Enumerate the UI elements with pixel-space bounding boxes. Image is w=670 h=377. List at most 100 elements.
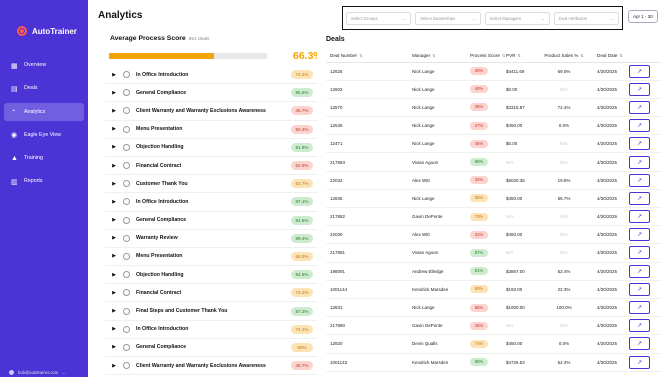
expand-caret-icon[interactable]: ▶ (108, 144, 120, 150)
open-external-icon[interactable]: ↗ (629, 355, 650, 369)
process-row[interactable]: ▶ Customer Thank You 62.7% (105, 175, 317, 194)
sort-icon[interactable]: ⇅ (619, 53, 622, 58)
process-row[interactable]: ▶ Objection Handling 94.8% (105, 266, 317, 285)
process-row[interactable]: ▶ Final Steps and Customer Thank You 87.2% (105, 302, 317, 321)
table-row[interactable]: 217881 Vivian Aguon 87% N/A N/A 4/30/2025 ↗ (326, 243, 661, 263)
process-row[interactable]: ▶ General Compliance 80% (105, 339, 317, 357)
sort-icon[interactable]: ⇅ (502, 53, 505, 58)
expand-caret-icon[interactable]: ▶ (108, 163, 120, 169)
sidebar-item-deals[interactable]: ▤ Deals (4, 79, 84, 97)
table-row[interactable]: 12835 Nick Lange 58% $450.00 66.7% 4/30/2025 ↗ (326, 189, 661, 209)
expand-caret-icon[interactable]: ▶ (108, 308, 120, 314)
table-row[interactable]: 12820 Devin Qualls 74% $450.00 0.0% 4/30/2025… (326, 334, 661, 354)
column-header[interactable]: Deal Number ⇅ (326, 49, 412, 63)
open-external-icon[interactable]: ↗ (629, 82, 650, 96)
open-external-icon[interactable]: ↗ (629, 119, 650, 133)
table-row[interactable]: 1001143 Kendrick Marsden 86% $4726.53 52.4% 4… (326, 353, 661, 372)
process-row[interactable]: ▶ Financial Contract 74.2% (105, 284, 317, 303)
open-external-icon[interactable]: ↗ (629, 173, 650, 187)
sort-icon[interactable]: ⇅ (580, 53, 583, 58)
table-row[interactable]: 22030 Alex Witt 31% $450.00 N/A 4/30/2025 ↗ (326, 225, 661, 245)
process-row[interactable]: ▶ Menu Presentation 50.4% (105, 121, 317, 139)
filter-select-3[interactable]: Deal Attribution ⌄ (553, 11, 619, 25)
table-row[interactable]: 217883 Vivian Aguon 96% N/A N/A 4/30/2025 ↗ (326, 152, 661, 172)
process-row[interactable]: ▶ Financial Contract 52.5% (105, 157, 317, 176)
sidebar-item-analytics[interactable]: ◔ Analytics (4, 102, 84, 121)
sidebar-item-overview[interactable]: ▦ Overview (4, 56, 84, 74)
expand-caret-icon[interactable]: ▶ (108, 363, 120, 369)
open-external-icon[interactable]: ↗ (629, 191, 650, 205)
process-row[interactable]: ▶ General Compliance 84.6% (105, 212, 317, 230)
table-row[interactable]: 198091 Andrew Elledge 81% $3867.00 52.4% 4/30… (326, 262, 661, 281)
open-external-icon[interactable]: ↗ (629, 264, 650, 278)
process-row[interactable]: ▶ Menu Presentation 68.5% (105, 248, 317, 267)
column-header[interactable]: Product Sales % ⇅ (537, 49, 591, 63)
filter-select-1[interactable]: Select Dealerships ⌄ (415, 11, 481, 25)
process-row[interactable]: ▶ In Office Introduction 87.1% (105, 193, 317, 212)
expand-caret-icon[interactable]: ▶ (108, 181, 120, 187)
open-external-icon[interactable]: ↗ (629, 100, 650, 114)
table-row[interactable]: 12831 Nick Lange 55% $1000.00 100.0% 4/30/202… (326, 298, 661, 318)
product-sales-value: N/A (537, 207, 591, 227)
expand-caret-icon[interactable]: ▶ (108, 272, 120, 278)
sort-icon[interactable]: ⇅ (359, 53, 362, 58)
open-external-icon[interactable]: ↗ (629, 137, 650, 151)
chevron-down-icon[interactable]: ⌄ (62, 370, 66, 375)
expand-caret-icon[interactable]: ▶ (108, 126, 120, 132)
open-external-icon[interactable]: ↗ (629, 64, 650, 78)
open-external-icon[interactable]: ↗ (629, 210, 650, 224)
action-cell: ↗ (629, 98, 661, 118)
process-row[interactable]: ▶ In Office Introduction 74.2% (105, 66, 317, 85)
process-row[interactable]: ▶ General Compliance 85.6% (105, 84, 317, 103)
expand-caret-icon[interactable]: ▶ (108, 217, 120, 223)
pvr-value: $1000.00 (506, 298, 537, 318)
expand-caret-icon[interactable]: ▶ (108, 72, 120, 78)
expand-caret-icon[interactable]: ▶ (108, 253, 120, 259)
sort-icon[interactable]: ⇅ (432, 53, 435, 58)
open-external-icon[interactable]: ↗ (629, 301, 650, 315)
expand-caret-icon[interactable]: ▶ (108, 344, 120, 350)
expand-caret-icon[interactable]: ▶ (108, 235, 120, 241)
open-external-icon[interactable]: ↗ (629, 228, 650, 242)
app-logo[interactable]: AutoTrainer (0, 0, 88, 40)
table-row[interactable]: 12625 Nick Lange 40% $4411.69 69.0% 4/30/2025… (326, 62, 661, 81)
column-header[interactable]: PVR ⇅ (506, 49, 537, 63)
expand-caret-icon[interactable]: ▶ (108, 199, 120, 205)
open-external-icon[interactable]: ↗ (629, 319, 650, 333)
expand-caret-icon[interactable]: ▶ (108, 326, 120, 332)
open-external-icon[interactable]: ↗ (629, 337, 650, 351)
open-external-icon[interactable]: ↗ (629, 246, 650, 260)
expand-caret-icon[interactable]: ▶ (108, 290, 120, 296)
column-header[interactable]: Process Score ⇅ (464, 49, 506, 63)
column-header[interactable]: Manager ⇅ (412, 49, 464, 63)
date-range-button[interactable]: Apr 1 - 30 (628, 10, 658, 23)
table-row[interactable]: 217882 Gavin DePonte 79% N/A N/A 4/30/2025 ↗ (326, 207, 661, 227)
sidebar-item-training[interactable]: ▲ Training (4, 149, 84, 167)
sidebar-item-eagle-eye-view[interactable]: ◉ Eagle Eye View (4, 126, 84, 144)
table-row[interactable]: 12471 Nick Lange 45% $0.00 N/A 4/30/2025 ↗ (326, 134, 661, 154)
table-row[interactable]: 1001144 Kendrick Marsden 60% $193.00 22.3% 4/… (326, 280, 661, 299)
process-row[interactable]: ▶ In Office Introduction 74.1% (105, 321, 317, 339)
expand-caret-icon[interactable]: ▶ (108, 90, 120, 96)
sidebar-item-reports[interactable]: ▥ Reports (4, 172, 84, 190)
table-row[interactable]: 12602 Nick Lange 40% $0.00 N/A 4/30/2025 ↗ (326, 80, 661, 99)
process-score-badge: 46.7% (291, 361, 313, 371)
filter-select-2[interactable]: Select Managers ⌄ (484, 11, 550, 25)
column-header[interactable]: Deal Date ⇅ (591, 49, 629, 63)
process-row[interactable]: ▶ Client Warranty and Warranty Exclusions… (105, 102, 317, 121)
process-row[interactable]: ▶ Client Warranty and Warranty Exclusions… (105, 357, 317, 376)
open-external-icon[interactable]: ↗ (629, 155, 650, 169)
expand-caret-icon[interactable]: ▶ (108, 108, 120, 114)
table-row[interactable]: 12536 Nick Lange 47% $450.00 0.0% 4/30/2025 ↗ (326, 116, 661, 136)
process-row[interactable]: ▶ Objection Handling 91.8% (105, 139, 317, 157)
filter-select-0[interactable]: Select Groups ⌄ (346, 11, 412, 25)
user-profile[interactable]: bob@autotrainer.com ⌄ (9, 370, 66, 375)
manager-name: Nick Lange (412, 62, 464, 81)
open-external-icon[interactable]: ↗ (629, 282, 650, 296)
table-row[interactable]: 12570 Nick Lange 36% $3315.87 72.4% 4/30/2025… (326, 98, 661, 118)
process-row[interactable]: ▶ Warranty Review 89.4% (105, 230, 317, 248)
sort-icon[interactable]: ⇅ (517, 53, 520, 58)
table-row[interactable]: 217880 Gavin DePonte 45% N/A N/A 4/30/2025 ↗ (326, 316, 661, 336)
process-score-badge: 85.6% (291, 88, 313, 98)
table-row[interactable]: 22032 Alex Witt 32% $5020.36 19.8% 4/30/2025 ↗ (326, 171, 661, 190)
